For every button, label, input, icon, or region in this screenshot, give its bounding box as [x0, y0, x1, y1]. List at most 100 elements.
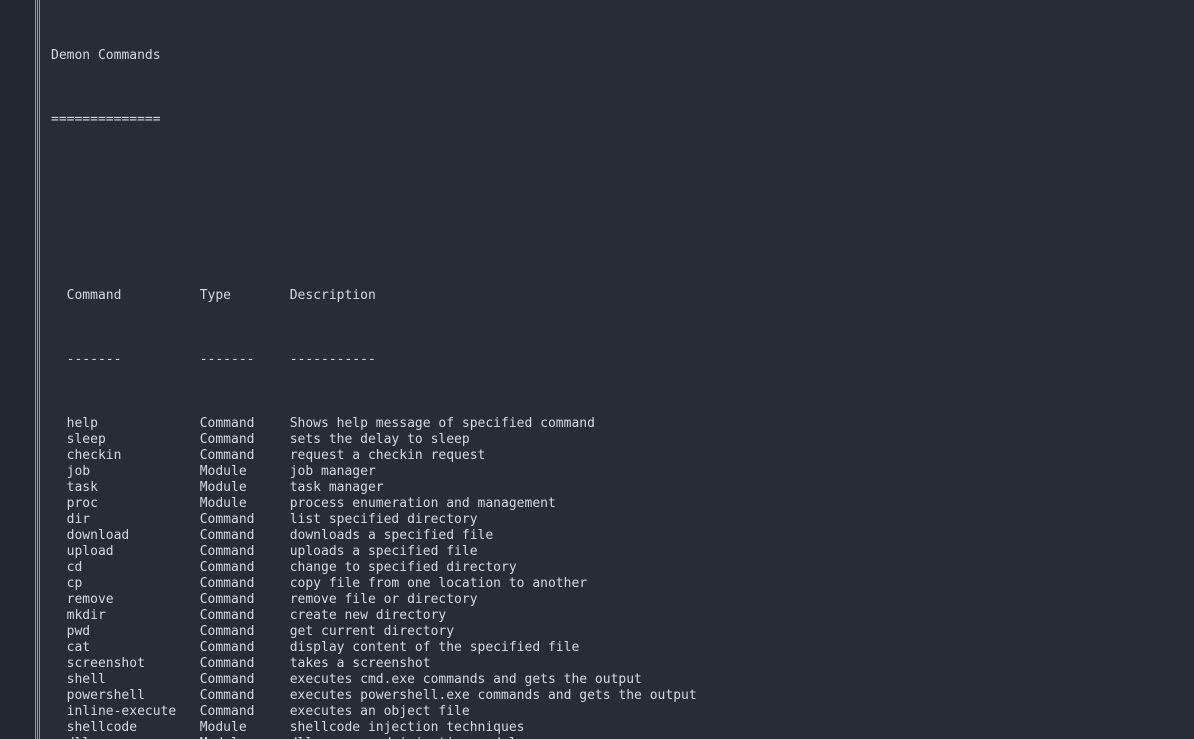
row-command-name: cp: [66, 576, 83, 591]
row-command-name: inline-execute: [66, 704, 177, 719]
table-row: shellcode Module shellcode injection techn…: [51, 720, 814, 736]
table-row: dir Command list specified directory: [51, 512, 814, 528]
row-command-type: Module: [199, 464, 247, 479]
row-command-name: shell: [66, 672, 106, 687]
row-command-description: process enumeration and management: [289, 496, 556, 511]
table-row: sleep Command sets the delay to sleep: [51, 432, 814, 448]
row-command-type: Command: [199, 592, 255, 607]
table-row: proc Module process enumeration and manage…: [51, 496, 814, 512]
vertical-divider: [33, 0, 42, 739]
output-title: Demon Commands: [51, 48, 814, 64]
row-command-name: sleep: [66, 432, 106, 447]
table-row: pwd Command get current directory: [51, 624, 814, 640]
table-row: checkin Command request a checkin request: [51, 448, 814, 464]
row-command-type: Module: [199, 720, 247, 735]
table-row: shell Command executes cmd.exe commands an…: [51, 672, 814, 688]
table-header-row: Command Type Description: [51, 288, 814, 304]
table-row: powershell Command executes powershell.exe…: [51, 688, 814, 704]
table-row: task Module task manager: [51, 480, 814, 496]
spacer-line-2: [51, 224, 814, 240]
row-command-description: remove file or directory: [289, 592, 478, 607]
row-command-description: uploads a specified file: [289, 544, 478, 559]
output-title-underline: ==============: [51, 112, 814, 128]
terminal-window: Demon Commands ============== Command Typ…: [0, 0, 1194, 739]
row-command-name: checkin: [66, 448, 122, 463]
row-command-name: mkdir: [66, 608, 106, 623]
command-rows-container: help Command Shows help message of specifi…: [51, 416, 814, 739]
header-command: Command: [66, 288, 122, 303]
row-command-name: cat: [66, 640, 91, 655]
table-row: mkdir Command create new directory: [51, 608, 814, 624]
row-command-type: Command: [199, 448, 255, 463]
row-command-type: Command: [199, 432, 255, 447]
row-command-name: cd: [66, 560, 83, 575]
row-command-type: Command: [199, 672, 255, 687]
header-type: Type: [199, 288, 231, 303]
row-command-name: download: [66, 528, 130, 543]
output-title-text: Demon Commands: [51, 48, 161, 63]
row-command-description: executes an object file: [289, 704, 470, 719]
row-command-type: Command: [199, 576, 255, 591]
table-row: upload Command uploads a specified file: [51, 544, 814, 560]
table-row: inline-execute Command executes an object …: [51, 704, 814, 720]
row-command-description: get current directory: [289, 624, 455, 639]
rule-description: -----------: [289, 352, 376, 367]
row-command-description: copy file from one location to another: [289, 576, 588, 591]
row-command-type: Command: [199, 528, 255, 543]
terminal-output-pane[interactable]: Demon Commands ============== Command Typ…: [42, 0, 1194, 739]
row-command-description: change to specified directory: [289, 560, 517, 575]
row-command-description: executes powershell.exe commands and get…: [289, 688, 697, 703]
output-title-underline-text: ==============: [51, 112, 161, 127]
row-command-name: shellcode: [66, 720, 138, 735]
table-row: cat Command display content of the specifi…: [51, 640, 814, 656]
row-command-name: proc: [66, 496, 98, 511]
row-command-type: Module: [199, 496, 247, 511]
row-command-description: task manager: [289, 480, 384, 495]
row-command-type: Command: [199, 656, 255, 671]
row-command-type: Command: [199, 560, 255, 575]
row-command-type: Command: [199, 640, 255, 655]
row-command-type: Command: [199, 608, 255, 623]
row-command-description: Shows help message of specified command: [289, 416, 595, 431]
row-command-type: Command: [199, 416, 255, 431]
row-command-description: create new directory: [289, 608, 447, 623]
row-command-name: job: [66, 464, 91, 479]
row-command-type: Command: [199, 704, 255, 719]
table-row: remove Command remove file or directory: [51, 592, 814, 608]
rule-type: -------: [199, 352, 255, 367]
table-row: cp Command copy file from one location to …: [51, 576, 814, 592]
row-command-name: powershell: [66, 688, 145, 703]
row-command-description: display content of the specified file: [289, 640, 580, 655]
row-command-name: upload: [66, 544, 114, 559]
row-command-type: Command: [199, 544, 255, 559]
row-command-type: Command: [199, 512, 255, 527]
row-command-name: help: [66, 416, 98, 431]
row-command-description: downloads a specified file: [289, 528, 494, 543]
left-gutter-panel: [0, 0, 33, 739]
row-command-description: list specified directory: [289, 512, 478, 527]
row-command-description: job manager: [289, 464, 376, 479]
table-row: screenshot Command takes a screenshot: [51, 656, 814, 672]
row-command-description: shellcode injection techniques: [289, 720, 525, 735]
table-header-rule-row: ------- ------- -----------: [51, 352, 814, 368]
terminal-text-body: Demon Commands ============== Command Typ…: [51, 0, 814, 739]
row-command-name: dir: [66, 512, 91, 527]
header-description: Description: [289, 288, 376, 303]
table-row: cd Command change to specified directory: [51, 560, 814, 576]
rule-command: -------: [66, 352, 122, 367]
row-command-description: takes a screenshot: [289, 656, 431, 671]
row-command-description: executes cmd.exe commands and gets the o…: [289, 672, 642, 687]
row-command-name: remove: [66, 592, 114, 607]
row-command-name: task: [66, 480, 98, 495]
table-row: job Module job manager: [51, 464, 814, 480]
row-command-name: screenshot: [66, 656, 145, 671]
row-command-name: pwd: [66, 624, 91, 639]
table-row: help Command Shows help message of specifi…: [51, 416, 814, 432]
row-command-type: Command: [199, 624, 255, 639]
table-row: download Command downloads a specified fil…: [51, 528, 814, 544]
row-command-description: sets the delay to sleep: [289, 432, 470, 447]
row-command-type: Module: [199, 480, 247, 495]
row-command-description: request a checkin request: [289, 448, 486, 463]
row-command-type: Command: [199, 688, 255, 703]
